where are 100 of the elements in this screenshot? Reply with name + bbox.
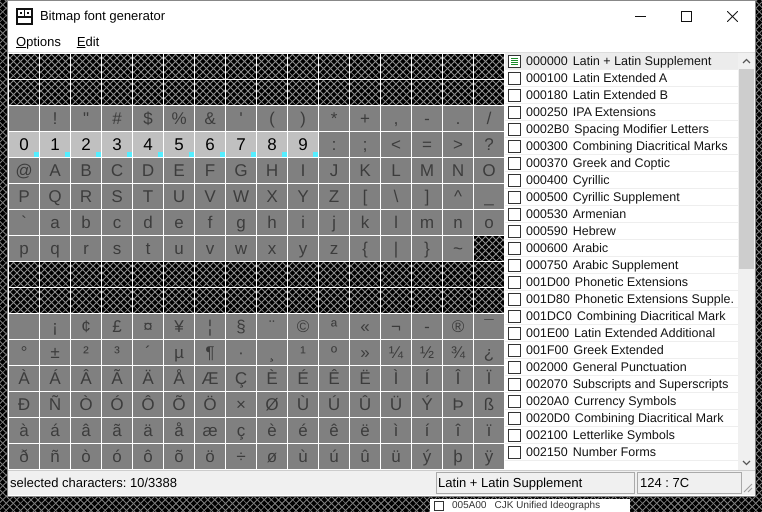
character-cell[interactable]: ¶ [195,340,225,365]
character-cell[interactable]: ¨ [257,314,287,339]
checkbox[interactable] [508,412,521,424]
character-cell[interactable]: 6 [195,132,225,157]
character-cell[interactable]: g [226,210,256,235]
subset-row[interactable]: 002150 Number Forms [505,444,738,461]
character-cell[interactable]: Z [319,184,349,209]
character-cell[interactable]: ú [319,444,349,469]
checkbox[interactable] [508,292,521,306]
character-cell[interactable]: ð [9,444,39,469]
character-cell[interactable]: ù [288,444,318,469]
character-cell[interactable]: û [350,444,380,469]
character-cell[interactable]: ^ [443,184,473,209]
character-cell[interactable]: + [350,106,380,131]
character-cell[interactable]: Ë [350,366,380,391]
character-cell[interactable]: P [9,184,39,209]
character-cell[interactable]: ¦ [195,314,225,339]
character-cell[interactable]: @ [9,158,39,183]
subset-row[interactable]: 000750 Arabic Supplement [505,257,738,274]
checkbox[interactable] [508,208,521,220]
character-cell[interactable]: N [443,158,473,183]
subset-row[interactable]: 001F00 Greek Extended [505,342,738,359]
checkbox[interactable] [508,122,521,136]
character-cell[interactable]: Ø [257,392,287,417]
subset-row[interactable]: 000600 Arabic [505,240,738,257]
character-cell[interactable]: ô [133,444,163,469]
character-cell[interactable]: i [288,210,318,235]
character-cell[interactable]: G [226,158,256,183]
character-cell[interactable]: Ý [412,392,442,417]
character-cell[interactable]: A [40,158,70,183]
character-cell[interactable]: C [102,158,132,183]
character-cell[interactable]: x [257,236,287,261]
character-cell[interactable]: W [226,184,256,209]
character-cell[interactable]: j [319,210,349,235]
character-cell[interactable]: ¹ [288,340,318,365]
character-cell[interactable]: 0 [9,132,39,157]
character-cell[interactable]: ë [350,418,380,443]
subset-row[interactable]: 000000 Latin + Latin Supplement [505,53,738,70]
checkbox[interactable] [508,378,521,390]
character-cell[interactable]: : [319,132,349,157]
character-cell[interactable]: ø [257,444,287,469]
character-cell[interactable]: þ [443,444,473,469]
character-cell[interactable]: Þ [443,392,473,417]
character-cell[interactable]: ö [195,444,225,469]
character-cell[interactable]: > [443,132,473,157]
subset-row[interactable]: 002000 General Punctuation [505,359,738,376]
character-cell[interactable]: o [474,210,504,235]
subset-row[interactable]: 0020A0 Currency Symbols [505,393,738,410]
checkbox[interactable] [508,428,521,442]
character-cell[interactable]: L [381,158,411,183]
character-cell[interactable]: æ [195,418,225,443]
character-cell[interactable]: ± [40,340,70,365]
character-cell[interactable]: ¾ [443,340,473,365]
character-cell[interactable]: _ [474,184,504,209]
character-cell[interactable]: E [164,158,194,183]
character-cell[interactable]: ª [319,314,349,339]
character-cell[interactable]: í [412,418,442,443]
character-cell[interactable]: ã [102,418,132,443]
subset-row[interactable]: 001E00 Latin Extended Additional [505,325,738,342]
character-cell[interactable]: ÿ [474,444,504,469]
checkbox[interactable] [508,88,521,102]
subset-row[interactable]: 000500 Cyrillic Supplement [505,189,738,206]
checkbox[interactable] [508,156,521,170]
character-cell[interactable]: ¡ [40,314,70,339]
character-cell[interactable]: Ü [381,392,411,417]
character-cell[interactable]: R [71,184,101,209]
character-cell[interactable]: Ú [319,392,349,417]
character-cell[interactable]: D [133,158,163,183]
character-cell[interactable]: Ô [133,392,163,417]
subset-row[interactable]: 000300 Combining Diacritical Marks [505,138,738,155]
subset-row[interactable]: 002100 Letterlike Symbols [505,427,738,444]
character-cell[interactable]: ç [226,418,256,443]
character-cell[interactable]: ñ [40,444,70,469]
subset-row[interactable]: 001D00 Phonetic Extensions [505,274,738,291]
character-cell[interactable]: ` [9,210,39,235]
checkbox[interactable] [508,106,521,118]
character-cell[interactable]: ¸ [257,340,287,365]
menu-item[interactable]: Edit [70,32,106,52]
character-cell[interactable]: Æ [195,366,225,391]
character-cell[interactable]: ² [71,340,101,365]
character-cell[interactable]: À [9,366,39,391]
character-cell[interactable]: Ì [381,366,411,391]
character-cell[interactable]: Ã [102,366,132,391]
character-cell[interactable]: ¤ [133,314,163,339]
character-cell[interactable]: S [102,184,132,209]
character-cell[interactable]: | [381,236,411,261]
character-cell[interactable]: q [40,236,70,261]
subset-row[interactable]: 000180 Latin Extended B [505,87,738,104]
subset-row[interactable]: 000250 IPA Extensions [505,104,738,121]
character-cell[interactable]: # [102,106,132,131]
character-cell[interactable]: T [133,184,163,209]
character-cell[interactable]: ý [412,444,442,469]
character-cell[interactable]: I [288,158,318,183]
character-cell[interactable]: * [319,106,349,131]
character-cell[interactable]: ( [257,106,287,131]
character-cell[interactable]: Ç [226,366,256,391]
character-cell[interactable]: 2 [71,132,101,157]
character-cell[interactable]: = [412,132,442,157]
character-cell[interactable]: » [350,340,380,365]
character-cell[interactable]: × [226,392,256,417]
